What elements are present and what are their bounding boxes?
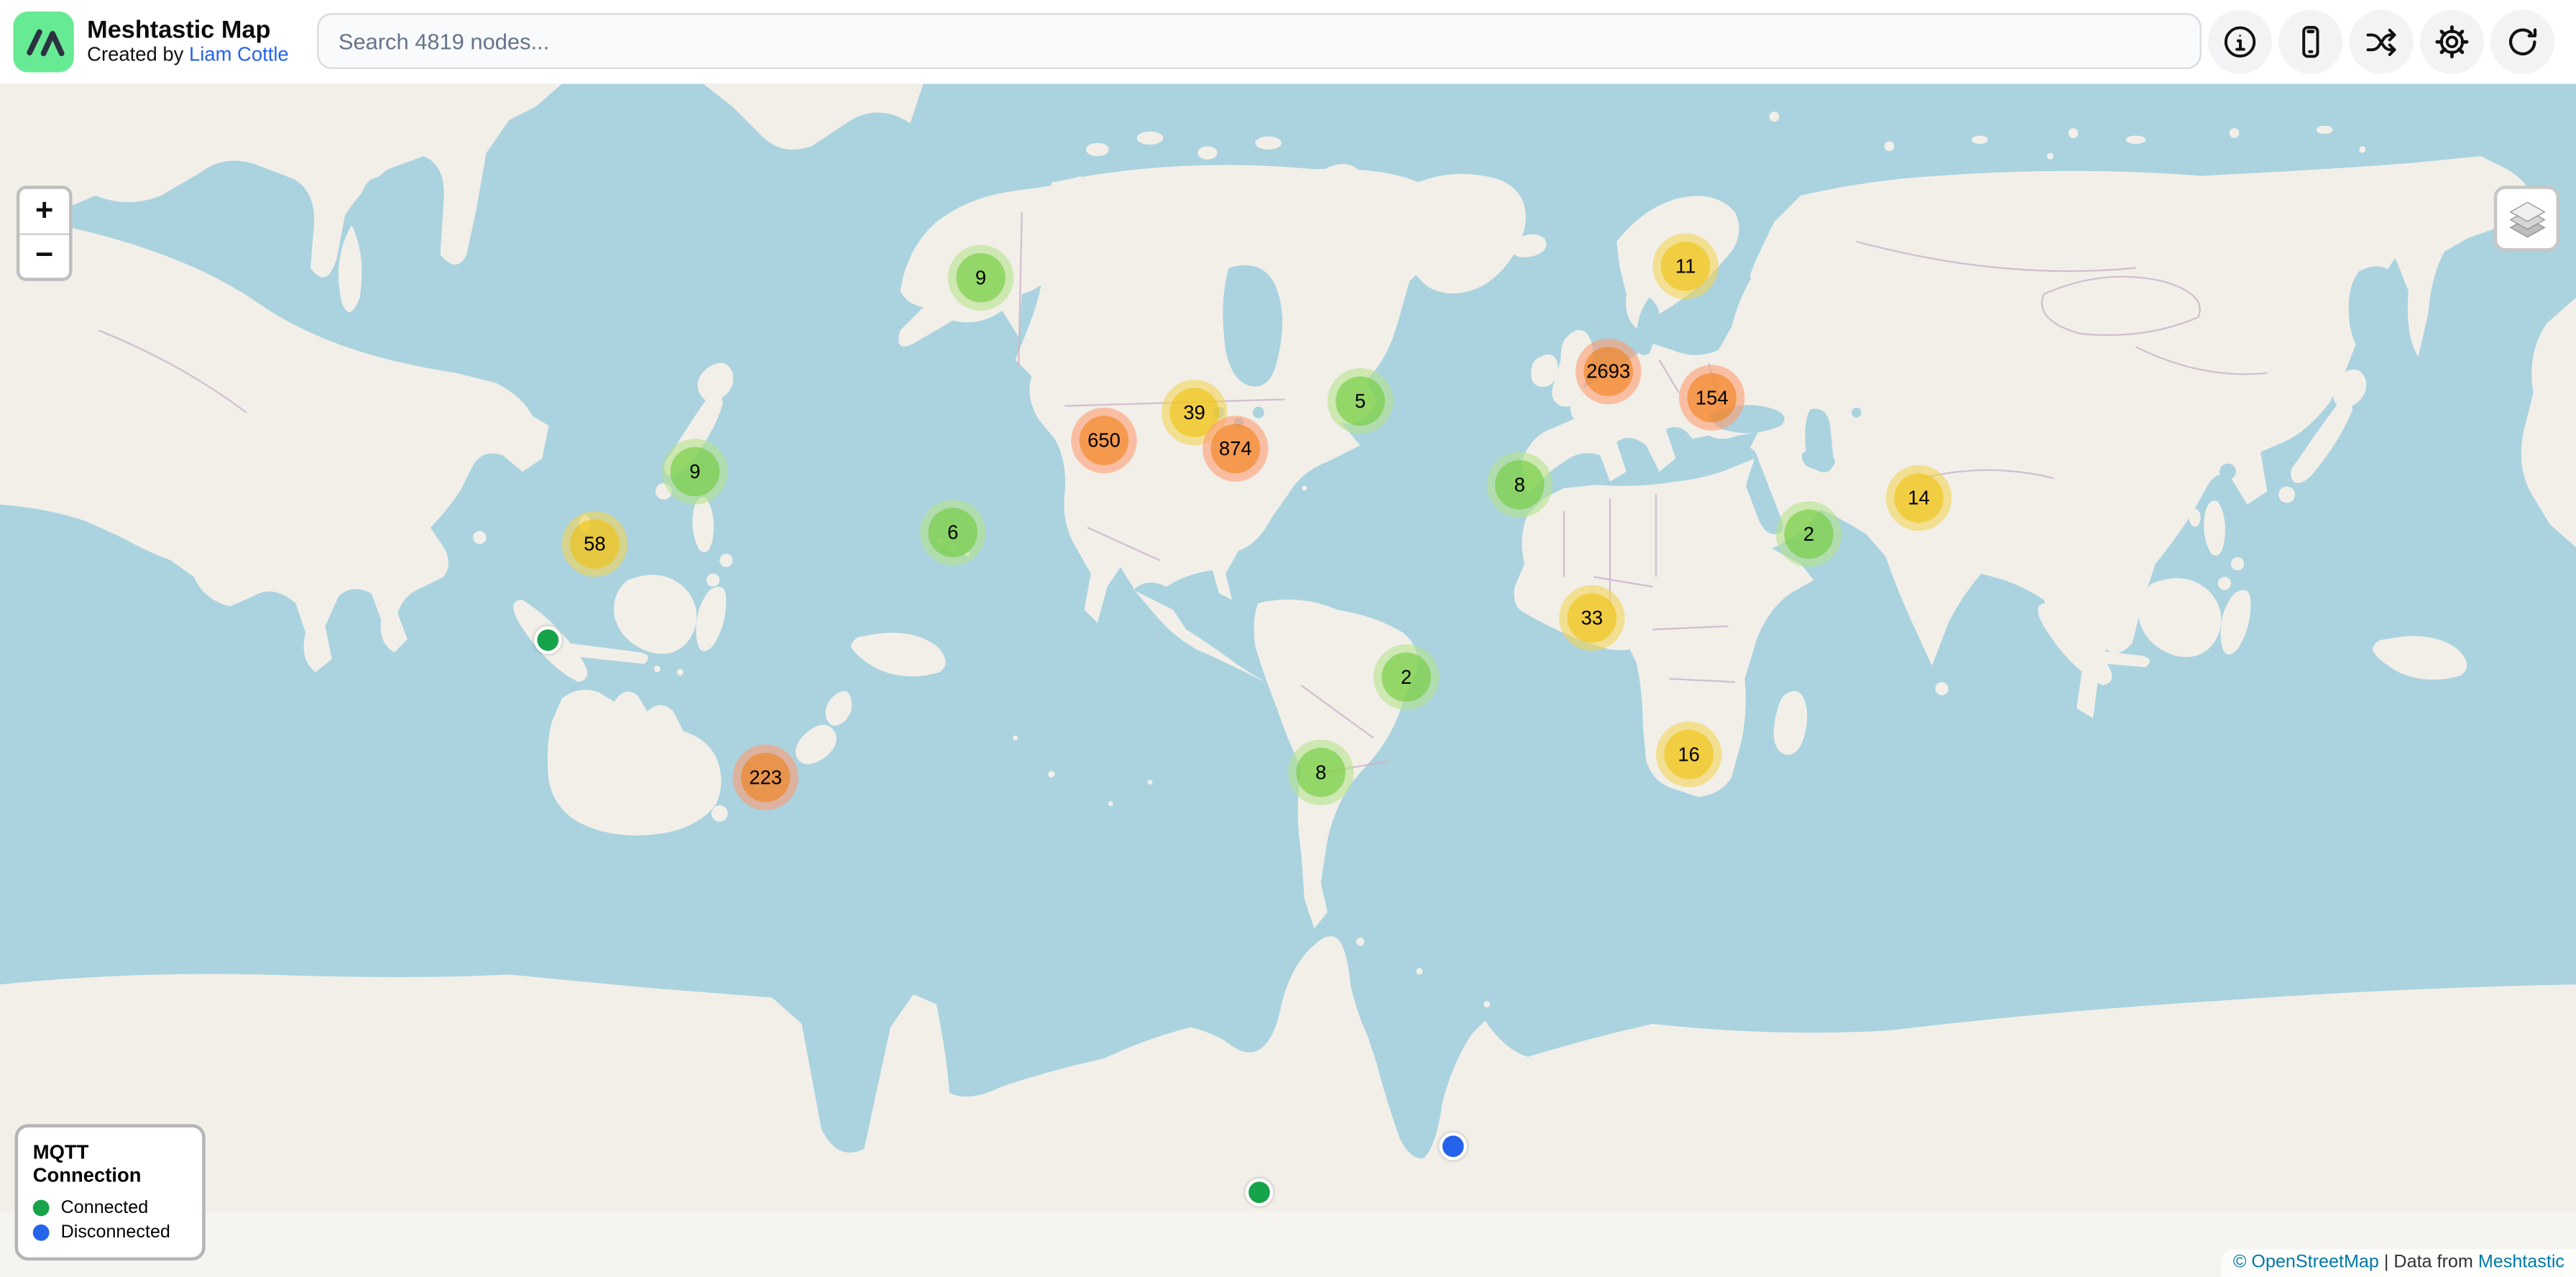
cluster-marker[interactable]: 8: [1487, 452, 1552, 518]
author-link[interactable]: Liam Cottle: [189, 43, 289, 66]
info-icon: [2221, 23, 2259, 61]
meshtastic-link[interactable]: Meshtastic: [2478, 1253, 2564, 1272]
mobile-phone-icon: [2292, 23, 2330, 61]
map-attribution: © OpenStreetMap | Data from Meshtastic: [2222, 1249, 2576, 1277]
cluster-marker[interactable]: 8: [1288, 740, 1353, 805]
info-button[interactable]: [2208, 10, 2272, 74]
refresh-button[interactable]: [2490, 10, 2554, 74]
zoom-in-button[interactable]: +: [19, 189, 69, 234]
cluster-marker[interactable]: 154: [1679, 365, 1744, 430]
attribution-text: | Data from: [2379, 1253, 2478, 1272]
legend-item-label: Disconnected: [61, 1223, 170, 1242]
brand: Meshtastic Map Created by Liam Cottle: [13, 12, 288, 73]
legend-item-disconnected: Disconnected: [33, 1223, 188, 1242]
cluster-marker[interactable]: 9: [948, 245, 1013, 311]
mobile-app-button[interactable]: [2278, 10, 2342, 74]
cluster-marker[interactable]: 14: [1886, 465, 1951, 531]
app-header: Meshtastic Map Created by Liam Cottle: [0, 0, 2576, 84]
mqtt-legend-title: MQTT Connection: [33, 1140, 188, 1186]
cluster-marker[interactable]: 11: [1652, 234, 1718, 299]
cluster-marker[interactable]: 2: [1776, 501, 1841, 567]
layers-control[interactable]: [2494, 186, 2559, 251]
brand-text: Meshtastic Map Created by Liam Cottle: [87, 17, 289, 68]
refresh-icon: [2503, 23, 2542, 61]
app-title: Meshtastic Map: [87, 17, 289, 45]
zoom-control: + −: [17, 186, 73, 281]
meshtastic-logo-icon: [13, 12, 74, 73]
cluster-marker[interactable]: 6: [920, 500, 985, 565]
cluster-marker[interactable]: 2: [1374, 644, 1439, 710]
search-input[interactable]: [317, 13, 2202, 69]
connected-dot-icon: [33, 1200, 50, 1217]
cluster-marker[interactable]: 650: [1071, 408, 1136, 473]
mqtt-legend: MQTT Connection Connected Disconnected: [15, 1124, 206, 1260]
gear-icon: [2433, 23, 2471, 61]
byline-prefix: Created by: [87, 43, 189, 66]
cluster-marker[interactable]: 9: [662, 439, 727, 504]
cluster-marker[interactable]: 33: [1559, 585, 1624, 651]
openstreetmap-link[interactable]: © OpenStreetMap: [2233, 1253, 2379, 1272]
meshtastic-map-app: + − MQTT Connection Connected Disconnect…: [0, 0, 2576, 1277]
settings-button[interactable]: [2420, 10, 2484, 74]
cluster-marker[interactable]: 223: [732, 744, 798, 810]
legend-item-connected: Connected: [33, 1198, 188, 1217]
map-canvas[interactable]: + − MQTT Connection Connected Disconnect…: [0, 84, 2576, 1277]
cluster-marker[interactable]: 874: [1202, 416, 1268, 481]
zoom-out-button[interactable]: −: [19, 234, 69, 278]
disconnected-dot-icon: [33, 1225, 50, 1241]
shuffle-icon: [2363, 23, 2401, 61]
cluster-marker[interactable]: 16: [1656, 721, 1721, 787]
ice-shelf: [0, 1212, 2576, 1277]
app-byline: Created by Liam Cottle: [87, 45, 289, 68]
header-actions: [2208, 10, 2554, 74]
cluster-marker[interactable]: 5: [1328, 368, 1393, 434]
cluster-marker[interactable]: 58: [562, 511, 627, 577]
cluster-marker[interactable]: 2693: [1576, 339, 1641, 404]
layers-icon: [2505, 196, 2549, 241]
random-node-button[interactable]: [2350, 10, 2414, 74]
world-map: [0, 84, 2576, 1277]
node-marker-disconnected[interactable]: [1438, 1132, 1466, 1160]
legend-item-label: Connected: [61, 1198, 149, 1217]
